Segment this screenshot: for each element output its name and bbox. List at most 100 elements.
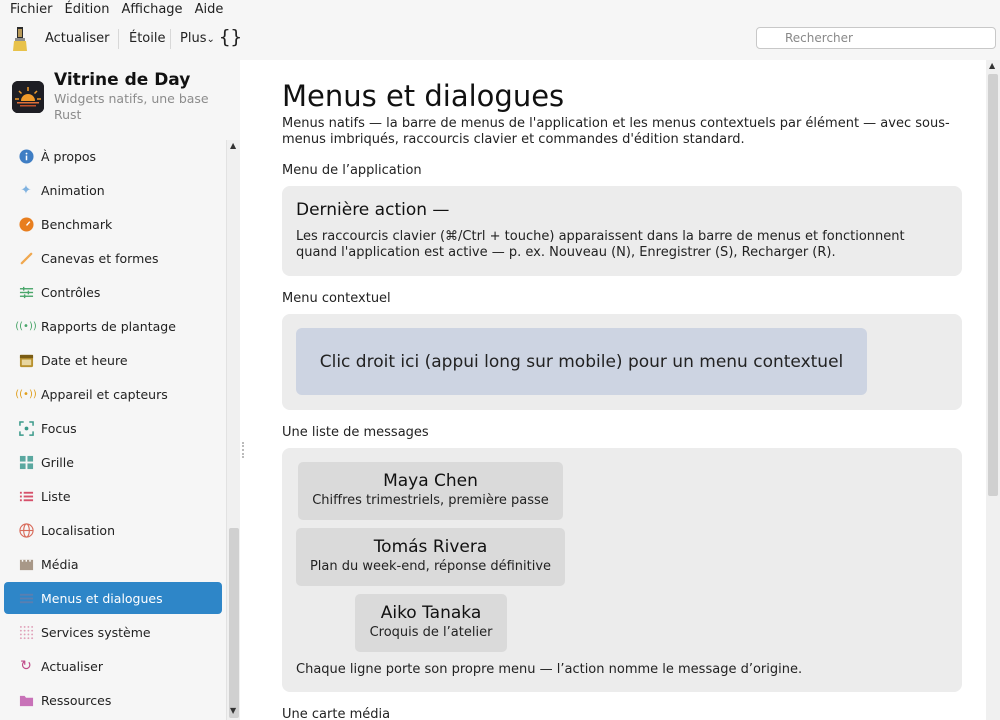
sidebar-item-label: Animation: [41, 182, 105, 198]
calendar-icon: [18, 352, 34, 368]
paintbrush-icon[interactable]: [11, 27, 29, 51]
sunrise-icon: [12, 81, 44, 113]
scroll-down-icon[interactable]: ▼: [230, 706, 236, 715]
message-subject: Chiffres trimestriels, première passe: [312, 493, 549, 508]
info-icon: [18, 148, 34, 164]
menu-bar: Fichier Édition Affichage Aide: [0, 0, 1000, 18]
main-scroll-thumb[interactable]: [988, 74, 998, 496]
message-sender: Aiko Tanaka: [380, 603, 482, 623]
search-input[interactable]: Rechercher: [756, 27, 996, 49]
sidebar-item-focus[interactable]: Focus: [4, 412, 222, 444]
sidebar-item-device-sensors[interactable]: ((•)) Appareil et capteurs: [4, 378, 222, 410]
sidebar-item-label: Services système: [41, 624, 151, 640]
sidebar-item-animation[interactable]: ✦ Animation: [4, 174, 222, 206]
app-menu-description: Les raccourcis clavier (⌘/Ctrl + touche)…: [296, 229, 905, 260]
sensor-icon: ((•)): [15, 388, 37, 400]
sidebar-item-label: Date et heure: [41, 352, 128, 368]
chevron-down-icon: ⌄: [206, 34, 215, 45]
sidebar-item-system-services[interactable]: Services système: [4, 616, 222, 648]
message-list-label: Une liste de messages: [282, 425, 429, 440]
sidebar-item-refresh[interactable]: ↻ Actualiser: [4, 650, 222, 682]
message-sender: Tomás Rivera: [373, 537, 488, 557]
sidebar-item-label: Canevas et formes: [41, 250, 159, 266]
sidebar-scroll-thumb[interactable]: [229, 528, 239, 718]
sidebar-item-label: Localisation: [41, 522, 115, 538]
sidebar-item-list[interactable]: Liste: [4, 480, 222, 512]
app-subtitle: Widgets natifs, une base Rust: [54, 91, 209, 122]
broadcast-icon: ((•)): [15, 320, 37, 332]
menu-edit[interactable]: Édition: [59, 2, 116, 17]
sliders-icon: [18, 284, 34, 300]
brush-icon: [18, 250, 34, 266]
context-menu-target[interactable]: Clic droit ici (appui long sur mobile) p…: [296, 328, 867, 395]
message-item[interactable]: Tomás Rivera Plan du week-end, réponse d…: [296, 528, 565, 586]
list-icon: [18, 488, 34, 504]
message-list-footer: Chaque ligne porte son propre menu — l’a…: [296, 662, 803, 677]
sidebar-item-label: Contrôles: [41, 284, 101, 300]
message-item[interactable]: Maya Chen Chiffres trimestriels, premièr…: [298, 462, 563, 520]
media-icon: [18, 556, 34, 572]
sidebar-item-label: Appareil et capteurs: [41, 386, 168, 402]
sidebar-item-localization[interactable]: Localisation: [4, 514, 222, 546]
last-action-text: Dernière action —: [296, 200, 450, 220]
toolbar: Actualiser Étoile Plus⌄ {} Rechercher: [0, 18, 1000, 60]
message-sender: Maya Chen: [383, 471, 478, 491]
scroll-up-icon[interactable]: ▲: [230, 141, 236, 150]
sidebar-item-canvas[interactable]: Canevas et formes: [4, 242, 222, 274]
toolbar-divider: [170, 29, 171, 49]
sidebar-item-grid[interactable]: Grille: [4, 446, 222, 478]
menu-view[interactable]: Affichage: [115, 2, 188, 17]
refresh-icon: ↻: [20, 658, 32, 674]
sidebar-item-label: Focus: [41, 420, 77, 436]
app-menu-label: Menu de l’application: [282, 163, 422, 178]
sidebar-item-resources[interactable]: Ressources: [4, 684, 222, 716]
braces-button[interactable]: {}: [219, 26, 242, 48]
grid-icon: [18, 454, 34, 470]
sidebar-item-about[interactable]: À propos: [4, 140, 222, 172]
app-menu-card: Dernière action — Les raccourcis clavier…: [282, 186, 962, 276]
page-description: Menus natifs — la barre de menus de l'ap…: [282, 116, 950, 147]
main-scrollbar[interactable]: ▲: [986, 60, 1000, 720]
folder-icon: [18, 692, 34, 708]
sidebar-item-label: Ressources: [41, 692, 112, 708]
sidebar-scrollbar[interactable]: ▲ ▼: [226, 140, 240, 720]
toolbar-divider: [118, 29, 119, 49]
globe-icon: [18, 522, 34, 538]
message-item[interactable]: Aiko Tanaka Croquis de l’atelier: [355, 594, 507, 652]
focus-icon: [18, 420, 34, 436]
dots-grid-icon: [18, 624, 34, 640]
menu-file[interactable]: Fichier: [4, 2, 59, 17]
sparkle-icon: ✦: [20, 182, 32, 198]
app-title: Vitrine de Day: [54, 70, 191, 90]
message-subject: Plan du week-end, réponse définitive: [309, 559, 552, 574]
star-button[interactable]: Étoile: [129, 31, 166, 46]
sidebar-item-controls[interactable]: Contrôles: [4, 276, 222, 308]
sidebar-item-benchmark[interactable]: Benchmark: [4, 208, 222, 240]
sidebar: Vitrine de Day Widgets natifs, une base …: [0, 60, 244, 720]
sidebar-item-media[interactable]: Média: [4, 548, 222, 580]
scroll-up-icon[interactable]: ▲: [989, 61, 995, 70]
message-subject: Croquis de l’atelier: [369, 625, 493, 640]
sidebar-item-label: Grille: [41, 454, 74, 470]
refresh-button[interactable]: Actualiser: [45, 31, 109, 46]
sidebar-item-crash-reports[interactable]: ((•)) Rapports de plantage: [4, 310, 222, 342]
message-list-card: Maya Chen Chiffres trimestriels, premièr…: [282, 448, 962, 692]
page-title: Menus et dialogues: [282, 79, 565, 113]
sidebar-item-label: Liste: [41, 488, 71, 504]
sidebar-item-label: Actualiser: [41, 658, 103, 674]
splitter-handle[interactable]: [242, 442, 244, 458]
sidebar-item-menus-dialogs[interactable]: Menus et dialogues: [4, 582, 222, 614]
sidebar-item-label: Benchmark: [41, 216, 113, 232]
main-content: Menus et dialogues Menus natifs — la bar…: [282, 60, 972, 720]
sidebar-item-label: Média: [41, 556, 79, 572]
more-button[interactable]: Plus⌄: [180, 31, 215, 46]
context-menu-card: Clic droit ici (appui long sur mobile) p…: [282, 314, 962, 410]
sidebar-item-label: Menus et dialogues: [41, 590, 163, 606]
sidebar-item-label: Rapports de plantage: [41, 318, 176, 334]
more-label: Plus: [180, 31, 207, 46]
sidebar-item-label: À propos: [41, 148, 97, 164]
menu-icon: [18, 590, 34, 606]
menu-help[interactable]: Aide: [189, 2, 230, 17]
sidebar-item-datetime[interactable]: Date et heure: [4, 344, 222, 376]
gauge-icon: [18, 216, 34, 232]
